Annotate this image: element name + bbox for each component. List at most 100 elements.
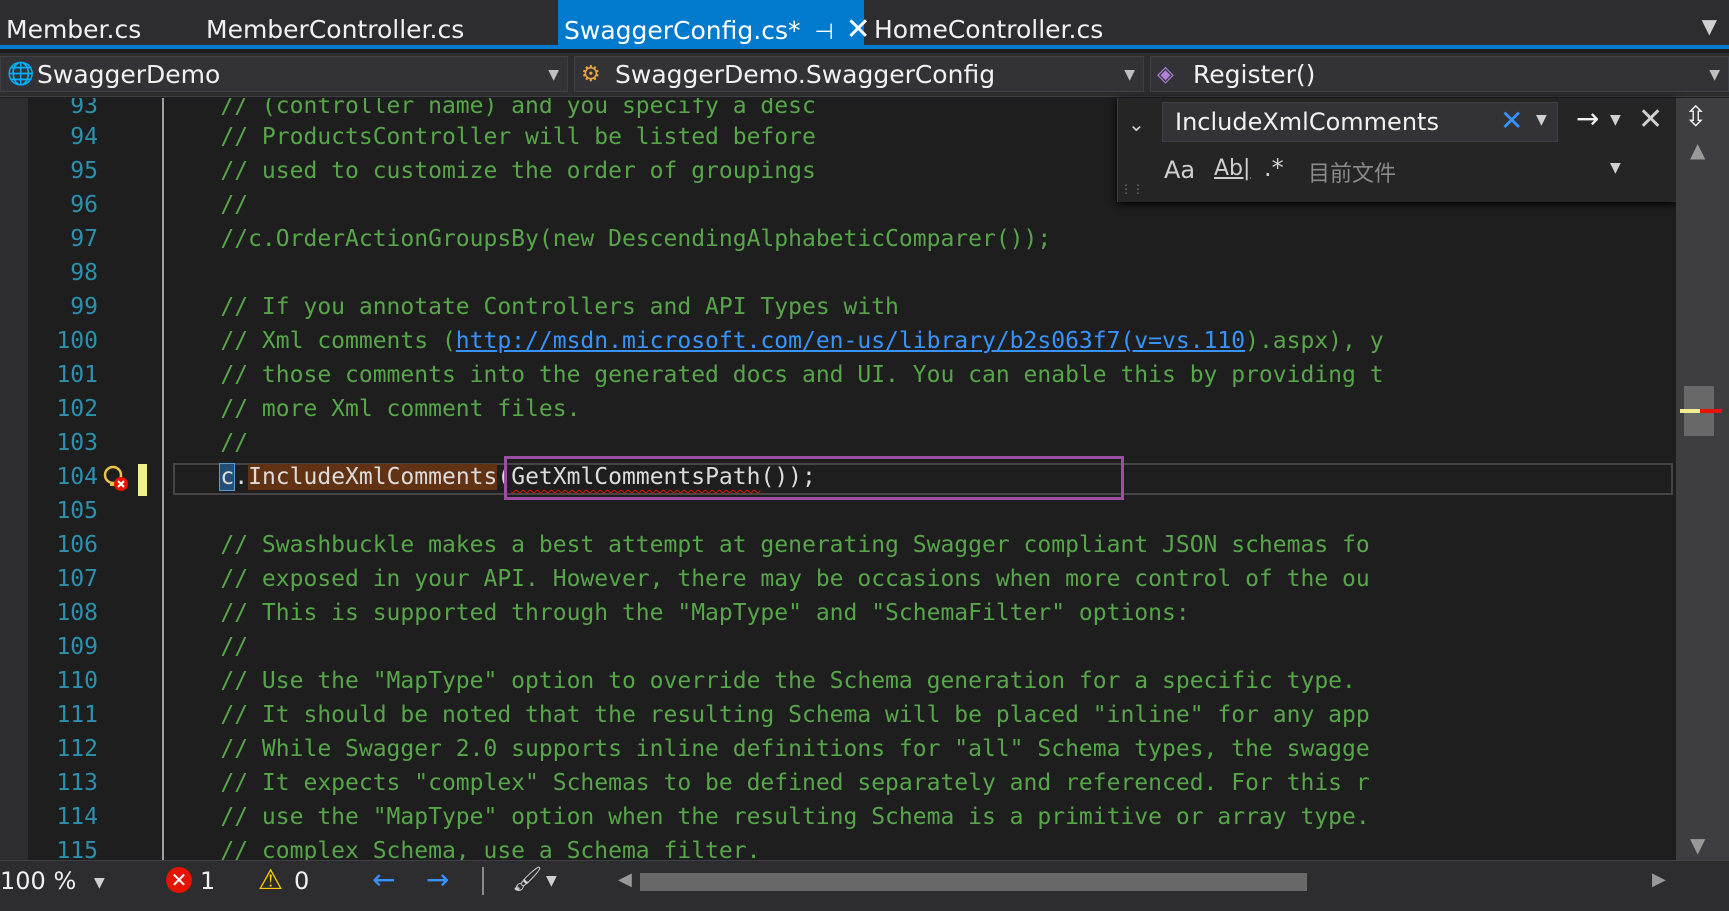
scroll-up-icon[interactable]: ▲ — [1690, 138, 1705, 162]
code-line: // Use the "MapType" option to override … — [165, 668, 1356, 694]
msdn-link[interactable]: http://msdn.microsoft.com/en-us/library/… — [456, 328, 1245, 354]
comment-text: // Xml comments ( — [165, 328, 456, 354]
scroll-left-icon[interactable]: ◀ — [618, 869, 632, 890]
editor-status-strip: 100 % ▼ ✕ 1 ⚠ 0 ← → 🖌 ▼ ◀ ▶ — [0, 860, 1729, 911]
close-icon[interactable]: ✕ — [1638, 102, 1663, 137]
outline-guide-line — [162, 98, 164, 860]
line-number: 102 — [56, 396, 98, 422]
change-indicator — [138, 464, 147, 496]
line-number: 94 — [70, 124, 98, 150]
line-number: 113 — [56, 770, 98, 796]
scrollbar-thumb[interactable] — [640, 873, 1307, 891]
search-history-dropdown-icon[interactable]: ▼ — [1536, 112, 1547, 128]
resize-grip-icon[interactable]: ⋮⋮ — [1120, 182, 1144, 196]
chevron-down-icon[interactable]: ▼ — [1702, 14, 1717, 38]
warning-icon[interactable]: ⚠ — [258, 863, 283, 896]
line-number: 105 — [56, 498, 98, 524]
close-icon[interactable]: ✕ — [846, 12, 871, 47]
line-number: 100 — [56, 328, 98, 354]
line-number: 109 — [56, 634, 98, 660]
chevron-down-icon: ▼ — [1124, 67, 1135, 83]
project-dropdown[interactable]: 🌐 SwaggerDemo ▼ — [0, 56, 568, 92]
chevron-down-icon[interactable]: ⌄ — [1128, 112, 1145, 136]
navigate-forward-icon[interactable]: → — [426, 863, 449, 896]
line-number: 98 — [70, 260, 98, 286]
clear-search-icon[interactable]: ✕ — [1500, 104, 1523, 137]
tab-homecontroller-cs[interactable]: HomeController.cs — [868, 0, 1109, 45]
line-number: 107 — [56, 566, 98, 592]
line-number: 96 — [70, 192, 98, 218]
chevron-down-icon[interactable]: ▼ — [1610, 112, 1621, 128]
divider — [482, 867, 484, 895]
horizontal-scrollbar[interactable] — [640, 869, 1650, 893]
line-number: 106 — [56, 532, 98, 558]
tab-label: Member.cs — [6, 15, 142, 44]
tab-label: MemberController.cs — [206, 15, 465, 44]
type-name: SwaggerDemo.SwaggerConfig — [615, 60, 996, 89]
line-number: 99 — [70, 294, 98, 320]
code-cleanup-icon[interactable]: 🖌 — [512, 865, 542, 893]
line-number: 115 — [56, 838, 98, 860]
find-widget: ⌄ ✕ ▼ → ▼ ✕ Aa Ab| .* 目前文件 ▼ ⋮⋮ — [1117, 98, 1677, 202]
regex-button[interactable]: .* — [1264, 154, 1284, 182]
member-dropdown[interactable]: ◈ Register() ▼ — [1150, 56, 1729, 92]
code-line: // — [165, 430, 249, 456]
match-case-button[interactable]: Aa — [1164, 156, 1195, 184]
scroll-right-icon[interactable]: ▶ — [1652, 869, 1666, 890]
code-editor[interactable]: 93 94 95 96 97 98 99 100 101 102 103 104… — [0, 98, 1676, 860]
chevron-down-icon: ▼ — [548, 67, 559, 83]
tab-member-cs[interactable]: Member.cs — [0, 0, 147, 45]
globe-icon: 🌐 — [7, 62, 35, 87]
tab-label: SwaggerConfig.cs* — [564, 16, 801, 45]
line-number-gutter: 93 94 95 96 97 98 99 100 101 102 103 104… — [28, 98, 98, 860]
code-line: // Xml comments (http://msdn.microsoft.c… — [165, 324, 1675, 358]
line-number: 108 — [56, 600, 98, 626]
tab-label: HomeController.cs — [874, 15, 1104, 44]
line-number: 95 — [70, 158, 98, 184]
document-tab-bar: Member.cs MemberController.cs SwaggerCon… — [0, 0, 1729, 49]
pin-icon[interactable]: ⊣ — [814, 20, 833, 45]
split-view-icon[interactable]: ⇳ — [1684, 100, 1707, 133]
chevron-down-icon: ▼ — [1709, 67, 1720, 83]
error-marker — [1700, 409, 1722, 413]
code-line: // If you annotate Controllers and API T… — [165, 294, 899, 320]
navigate-back-icon[interactable]: ← — [372, 863, 395, 896]
chevron-down-icon[interactable]: ▼ — [94, 875, 105, 891]
code-line: // use the "MapType" option when the res… — [165, 804, 1370, 830]
vertical-scrollbar[interactable]: ⇳ ▲ ▼ — [1676, 98, 1729, 860]
chevron-down-icon[interactable]: ▼ — [546, 873, 557, 889]
line-number: 112 — [56, 736, 98, 762]
code-line: // those comments into the generated doc… — [165, 362, 1384, 388]
line-number: 110 — [56, 668, 98, 694]
tab-membercontroller-cs[interactable]: MemberController.cs — [200, 0, 470, 45]
method-icon: ◈ — [1157, 62, 1174, 87]
find-next-icon[interactable]: → — [1576, 102, 1599, 135]
zoom-level[interactable]: 100 % — [0, 867, 76, 895]
member-name: Register() — [1193, 60, 1316, 89]
code-line: // This is supported through the "MapTyp… — [165, 600, 1190, 626]
warning-count[interactable]: 0 — [294, 867, 309, 895]
code-line: // It expects "complex" Schemas to be de… — [165, 770, 1370, 796]
class-icon: ⚙ — [581, 62, 601, 87]
error-count[interactable]: 1 — [200, 867, 215, 895]
tab-swaggerconfig-cs[interactable]: SwaggerConfig.cs* ⊣ ✕ — [558, 0, 871, 47]
find-input[interactable] — [1162, 102, 1558, 142]
code-line: // exposed in your API. However, there m… — [165, 566, 1370, 592]
code-token: . — [234, 464, 249, 490]
search-scope-dropdown[interactable]: 目前文件 — [1308, 156, 1396, 188]
error-icon[interactable]: ✕ — [166, 867, 192, 893]
line-number: 114 — [56, 804, 98, 830]
line-number: 104 — [56, 464, 98, 490]
lightbulb-error-icon[interactable] — [102, 464, 130, 494]
scroll-down-icon[interactable]: ▼ — [1690, 833, 1705, 857]
change-marker — [1680, 409, 1700, 413]
code-line: // It should be noted that the resulting… — [165, 702, 1370, 728]
whole-word-button[interactable]: Ab| — [1214, 156, 1250, 181]
glyph-margin — [0, 98, 28, 860]
chevron-down-icon[interactable]: ▼ — [1610, 160, 1621, 176]
code-line: // more Xml comment files. — [165, 396, 581, 422]
code-line: // Swashbuckle makes a best attempt at g… — [165, 532, 1370, 558]
type-dropdown[interactable]: ⚙ SwaggerDemo.SwaggerConfig ▼ — [574, 56, 1144, 92]
line-number: 103 — [56, 430, 98, 456]
